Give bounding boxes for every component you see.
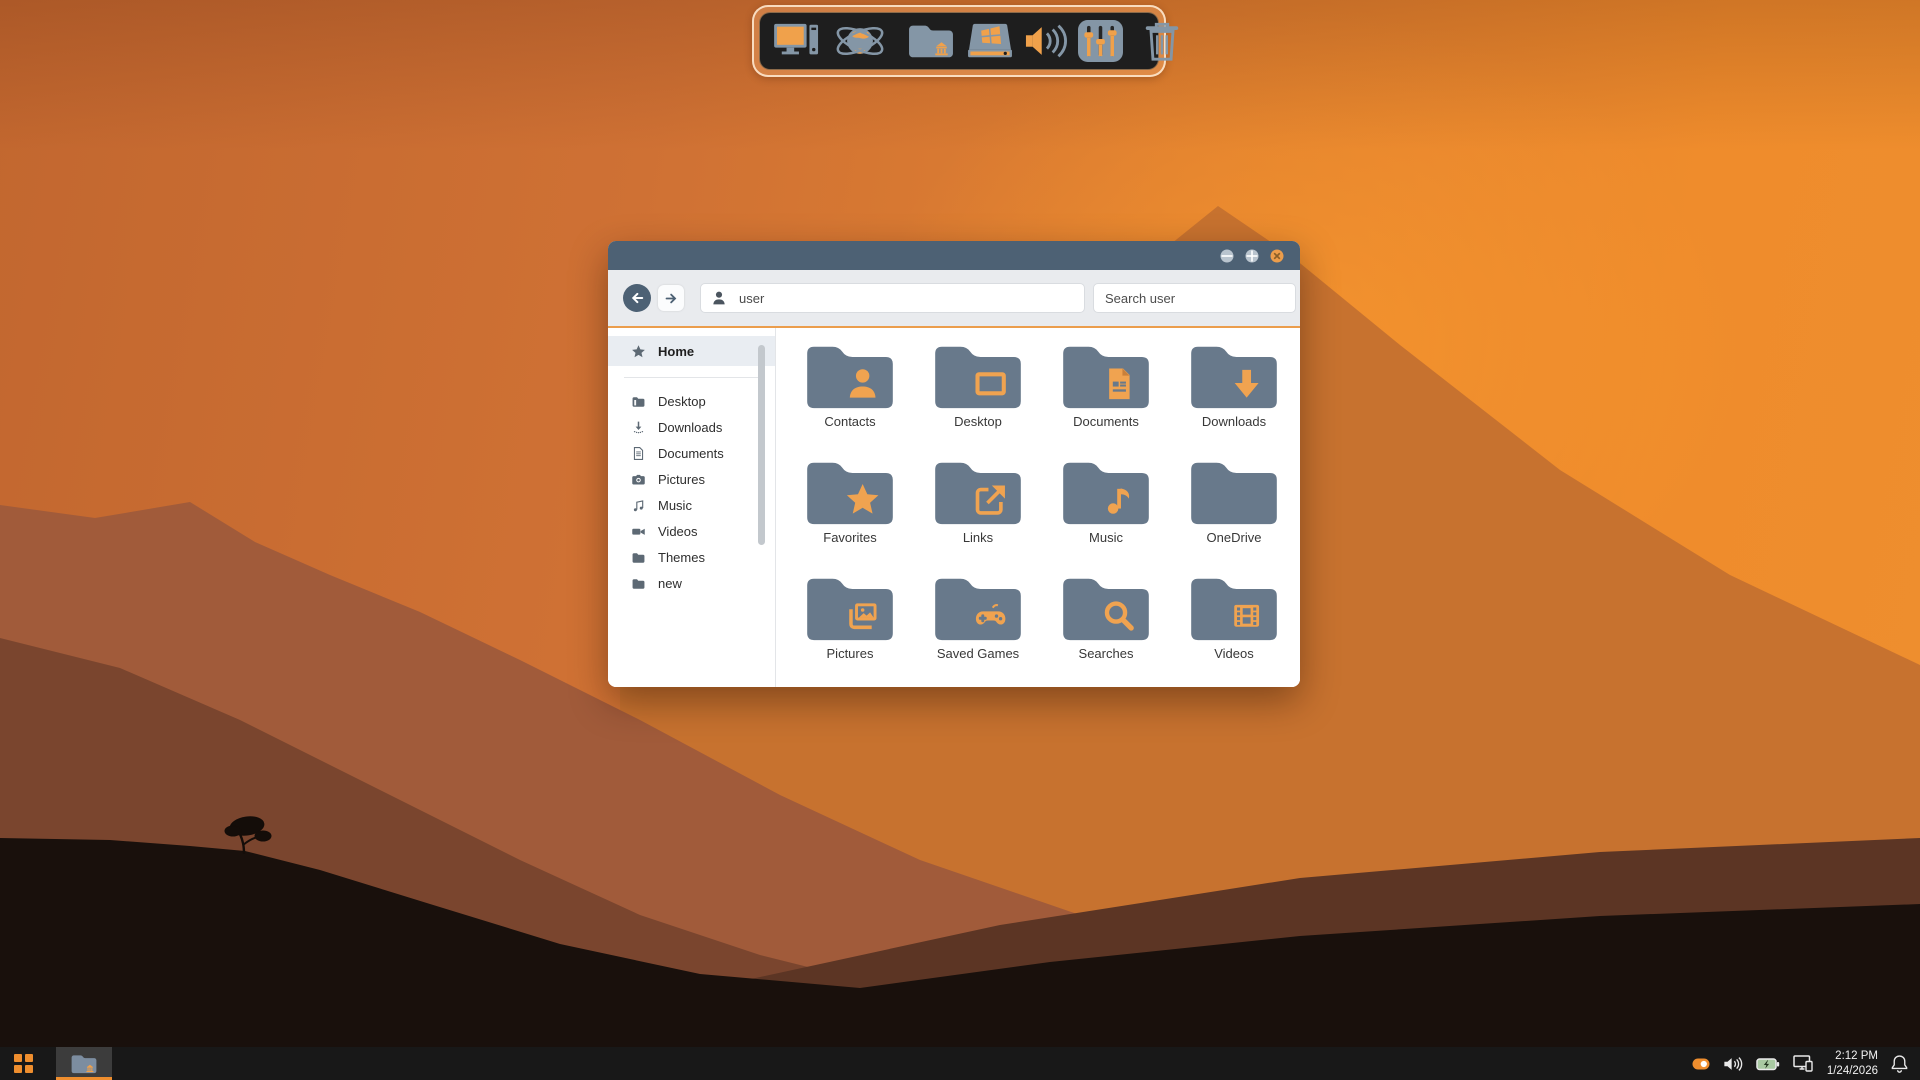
display-connect-icon[interactable] xyxy=(1793,1054,1814,1073)
folder-favorites[interactable]: Favorites xyxy=(786,456,914,572)
sidebar-item-label: Videos xyxy=(658,524,698,539)
sidebar-item-downloads[interactable]: Downloads xyxy=(608,414,775,440)
sidebar-item-new[interactable]: new xyxy=(608,570,775,596)
sidebar-item-label: Themes xyxy=(658,550,705,565)
start-icon xyxy=(14,1054,33,1073)
download-arrow-icon xyxy=(631,420,646,435)
close-button[interactable] xyxy=(1270,249,1284,263)
minimize-button[interactable] xyxy=(1220,249,1234,263)
folder-label: Music xyxy=(1089,530,1123,545)
start-button[interactable] xyxy=(0,1047,46,1080)
taskbar: 2:12 PM 1/24/2026 xyxy=(0,1047,1920,1080)
dock-inner xyxy=(759,12,1159,70)
folder-downloads[interactable]: Downloads xyxy=(1170,340,1298,456)
folder-saved-games[interactable]: Saved Games xyxy=(914,572,1042,687)
notification-bell-icon[interactable] xyxy=(1891,1054,1908,1073)
clock-date: 1/24/2026 xyxy=(1827,1064,1878,1079)
sidebar: Home Desktop Downloads Documents Pi xyxy=(608,328,775,687)
volume-icon[interactable] xyxy=(1024,15,1068,67)
desktop: Home Desktop Downloads Documents Pi xyxy=(0,0,1920,1080)
window-body: Home Desktop Downloads Documents Pi xyxy=(608,328,1300,687)
folder-label: Documents xyxy=(1073,414,1139,429)
folder-label: Videos xyxy=(1214,646,1254,661)
volume-icon[interactable] xyxy=(1723,1055,1743,1073)
top-dock xyxy=(752,5,1166,77)
folder-contacts[interactable]: Contacts xyxy=(786,340,914,456)
folder-label: Links xyxy=(963,530,993,545)
sidebar-item-documents[interactable]: Documents xyxy=(608,440,775,466)
forward-button[interactable] xyxy=(658,285,684,311)
taskbar-file-explorer[interactable] xyxy=(56,1047,112,1080)
network-globe-icon[interactable] xyxy=(832,15,888,67)
windows-drive-icon[interactable] xyxy=(965,15,1015,67)
folder-grid: Contacts Desktop Documents Downloads Fav… xyxy=(776,328,1300,687)
folder-label: Favorites xyxy=(823,530,876,545)
folder-pictures[interactable]: Pictures xyxy=(786,572,914,687)
folder-icon xyxy=(631,550,646,565)
battery-charging-icon[interactable] xyxy=(1756,1055,1780,1073)
camera-icon xyxy=(631,472,646,487)
mixer-icon[interactable] xyxy=(1077,15,1124,67)
document-icon xyxy=(631,446,646,461)
sidebar-item-music[interactable]: Music xyxy=(608,492,775,518)
folder-searches[interactable]: Searches xyxy=(1042,572,1170,687)
trash-icon[interactable] xyxy=(1142,15,1182,67)
sidebar-item-videos[interactable]: Videos xyxy=(608,518,775,544)
sidebar-scrollbar[interactable] xyxy=(758,345,765,545)
search-input[interactable] xyxy=(1093,283,1296,313)
folder-label: Contacts xyxy=(824,414,875,429)
sidebar-item-label: Music xyxy=(658,498,692,513)
search-box xyxy=(1093,283,1296,313)
folder-desktop[interactable]: Desktop xyxy=(914,340,1042,456)
sidebar-item-home[interactable]: Home xyxy=(608,336,775,366)
titlebar[interactable] xyxy=(608,241,1300,270)
sidebar-item-label: Documents xyxy=(658,446,724,461)
taskbar-clock[interactable]: 2:12 PM 1/24/2026 xyxy=(1827,1049,1878,1079)
file-manager-icon[interactable] xyxy=(906,15,956,67)
navigation-toolbar xyxy=(608,270,1300,326)
music-notes-icon xyxy=(631,498,646,513)
file-manager-icon xyxy=(70,1052,98,1076)
folder-label: OneDrive xyxy=(1207,530,1262,545)
sidebar-item-desktop[interactable]: Desktop xyxy=(608,388,775,414)
sidebar-item-label: Pictures xyxy=(658,472,705,487)
video-camera-icon xyxy=(631,524,646,539)
folder-label: Downloads xyxy=(1202,414,1266,429)
folder-label: Searches xyxy=(1079,646,1134,661)
clock-time: 2:12 PM xyxy=(1827,1049,1878,1064)
sidebar-item-label: Downloads xyxy=(658,420,722,435)
folder-icon xyxy=(631,576,646,591)
back-button[interactable] xyxy=(623,284,651,312)
folder-label: Saved Games xyxy=(937,646,1019,661)
address-bar xyxy=(700,283,1085,313)
desktop-folder-icon xyxy=(631,394,646,409)
input-toggle-icon[interactable] xyxy=(1692,1055,1710,1072)
star-icon xyxy=(631,344,646,359)
sidebar-item-label: new xyxy=(658,576,682,591)
sidebar-item-themes[interactable]: Themes xyxy=(608,544,775,570)
sidebar-item-pictures[interactable]: Pictures xyxy=(608,466,775,492)
folder-onedrive[interactable]: OneDrive xyxy=(1170,456,1298,572)
folder-links[interactable]: Links xyxy=(914,456,1042,572)
sidebar-item-label: Desktop xyxy=(658,394,706,409)
folder-label: Desktop xyxy=(954,414,1002,429)
folder-label: Pictures xyxy=(827,646,874,661)
system-tray: 2:12 PM 1/24/2026 xyxy=(1692,1047,1920,1080)
folder-music[interactable]: Music xyxy=(1042,456,1170,572)
computer-icon[interactable] xyxy=(773,15,823,67)
sidebar-separator xyxy=(624,377,759,378)
sidebar-item-label: Home xyxy=(658,344,694,359)
file-explorer-window: Home Desktop Downloads Documents Pi xyxy=(608,241,1300,687)
address-input[interactable] xyxy=(700,283,1085,313)
folder-documents[interactable]: Documents xyxy=(1042,340,1170,456)
maximize-button[interactable] xyxy=(1245,249,1259,263)
folder-videos[interactable]: Videos xyxy=(1170,572,1298,687)
